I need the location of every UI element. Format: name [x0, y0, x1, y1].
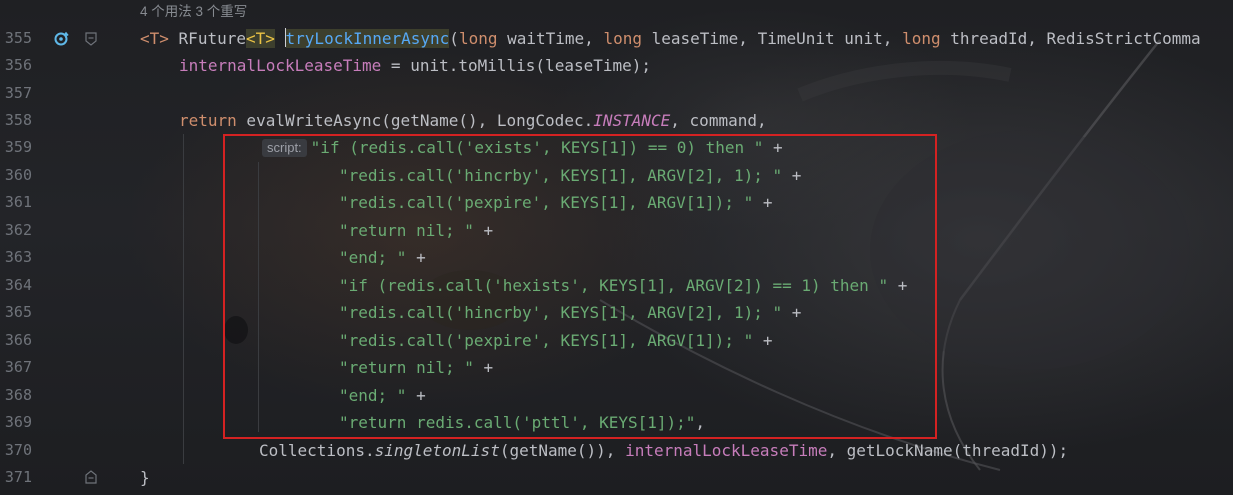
fold-icon[interactable]	[84, 31, 98, 47]
editor-gutter: 355 356 357 358 359 360 361 362 363 364 …	[0, 0, 118, 495]
line-number: 355	[4, 29, 32, 47]
highlight-box	[223, 134, 937, 439]
class-ref: Collections.	[259, 441, 375, 460]
line-number: 371	[4, 468, 32, 486]
param-text: waitTime,	[497, 29, 604, 48]
line-number: 365	[4, 303, 32, 321]
line-number: 362	[4, 221, 32, 239]
code-line-358[interactable]: return evalWriteAsync(getName(), LongCod…	[179, 107, 767, 134]
line-number: 368	[4, 386, 32, 404]
line-number: 356	[4, 56, 32, 74]
generic-param: <T>	[245, 29, 275, 48]
keyword: long	[603, 29, 642, 48]
usages-hint[interactable]: 4 个用法 3 个重写	[140, 0, 247, 24]
line-number: 360	[4, 166, 32, 184]
code-text: evalWriteAsync(getName(), LongCodec.	[236, 111, 594, 130]
line-number: 369	[4, 413, 32, 431]
code-line-370[interactable]: Collections.singletonList(getName()), in…	[259, 437, 1068, 464]
type-param: <T>	[140, 29, 169, 48]
code-text: , getLockName(threadId));	[827, 441, 1069, 460]
static-field: INSTANCE	[593, 111, 671, 130]
line-number: 357	[4, 84, 32, 102]
method-name[interactable]: tryLockInnerAsync	[285, 29, 450, 48]
line-number: 358	[4, 111, 32, 129]
fold-end-icon[interactable]	[84, 469, 98, 485]
code-text: (getName()),	[499, 441, 626, 460]
closing-brace: }	[140, 468, 150, 487]
line-number: 363	[4, 248, 32, 266]
indent-guide	[183, 134, 184, 464]
param-text: threadId, RedisStrictComma	[940, 29, 1201, 48]
code-text: = unit.toMillis(leaseTime);	[381, 56, 652, 75]
code-line-355[interactable]: <T> RFuture<T> tryLockInnerAsync(long wa…	[140, 25, 1201, 52]
line-number: 359	[4, 138, 32, 156]
code-line-356[interactable]: internalLockLeaseTime = unit.toMillis(le…	[179, 52, 651, 79]
static-method: singletonList	[374, 441, 500, 460]
keyword: return	[179, 111, 237, 130]
param-text: leaseTime, TimeUnit unit,	[641, 29, 903, 48]
line-number: 364	[4, 276, 32, 294]
implementation-marker-icon[interactable]	[53, 30, 71, 48]
return-type: RFuture	[178, 29, 246, 48]
keyword: long	[902, 29, 941, 48]
code-line-371[interactable]: }	[140, 464, 150, 491]
keyword: long	[458, 29, 498, 48]
line-number: 367	[4, 358, 32, 376]
field-ref: internalLockLeaseTime	[625, 441, 828, 460]
paren: (	[449, 29, 459, 48]
line-number: 370	[4, 441, 32, 459]
field-ref: internalLockLeaseTime	[179, 56, 382, 75]
code-text: , command,	[670, 111, 767, 130]
line-number: 366	[4, 331, 32, 349]
line-number: 361	[4, 193, 32, 211]
